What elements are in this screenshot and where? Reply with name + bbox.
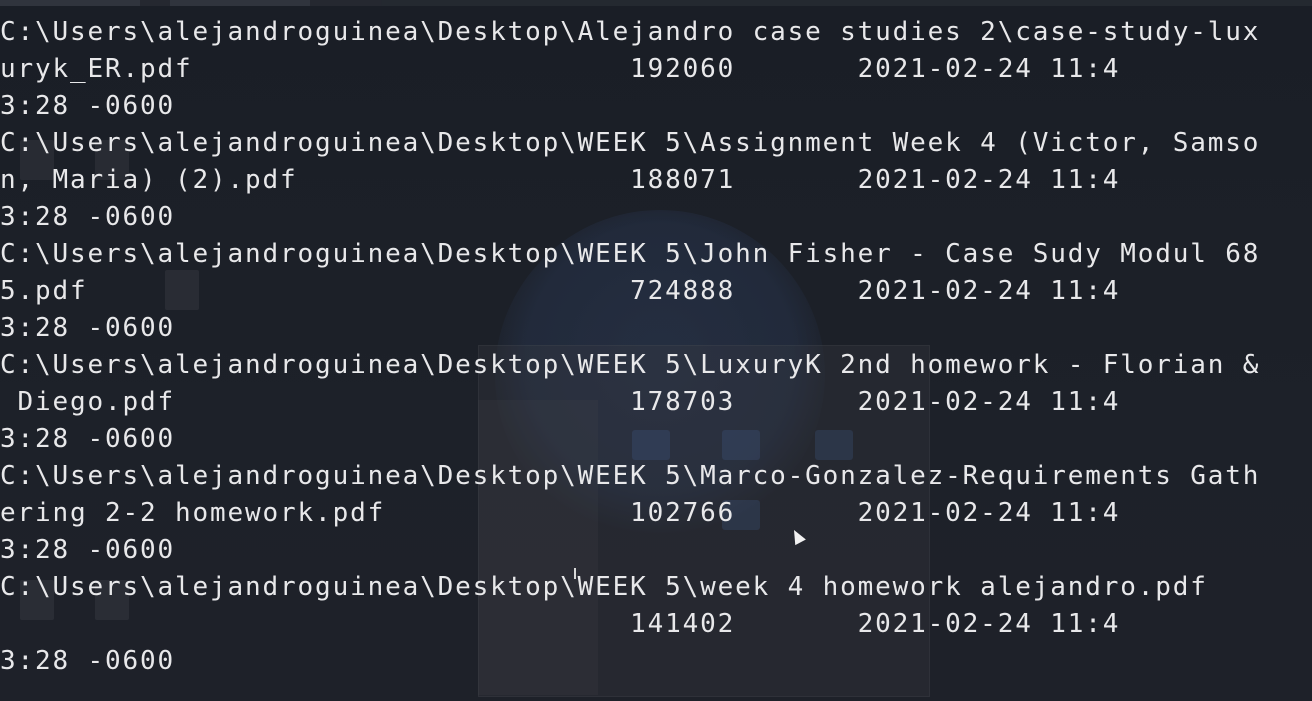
window-tab <box>170 0 310 6</box>
title-bar <box>0 0 1312 6</box>
output-line: 141402 2021-02-24 11:4 <box>0 609 1121 639</box>
output-line: 3:28 -0600 <box>0 91 176 121</box>
output-line: uryk_ER.pdf 192060 2021-02-24 11:4 <box>0 54 1121 84</box>
output-line: C:\Users\alejandroguinea\Desktop\WEEK 5\… <box>0 350 1261 380</box>
output-line: C:\Users\alejandroguinea\Desktop\WEEK 5\… <box>0 572 1208 602</box>
output-line: n, Maria) (2).pdf 188071 2021-02-24 11:4 <box>0 165 1121 195</box>
output-line: 3:28 -0600 <box>0 535 176 565</box>
output-line: 3:28 -0600 <box>0 202 176 232</box>
output-line: 3:28 -0600 <box>0 313 176 343</box>
terminal-output[interactable]: C:\Users\alejandroguinea\Desktop\Alejand… <box>0 14 1260 680</box>
output-line: 3:28 -0600 <box>0 646 176 676</box>
output-line: C:\Users\alejandroguinea\Desktop\Alejand… <box>0 17 1261 47</box>
output-line: C:\Users\alejandroguinea\Desktop\WEEK 5\… <box>0 461 1261 491</box>
output-line: C:\Users\alejandroguinea\Desktop\WEEK 5\… <box>0 239 1261 269</box>
output-line: Diego.pdf 178703 2021-02-24 11:4 <box>0 387 1121 417</box>
output-line: ering 2-2 homework.pdf 102766 2021-02-24… <box>0 498 1121 528</box>
output-line: 5.pdf 724888 2021-02-24 11:4 <box>0 276 1121 306</box>
window-tab <box>0 0 140 6</box>
output-line: 3:28 -0600 <box>0 424 176 454</box>
output-line: C:\Users\alejandroguinea\Desktop\WEEK 5\… <box>0 128 1261 158</box>
text-cursor-icon <box>574 568 576 579</box>
terminal-window[interactable]: C:\Users\alejandroguinea\Desktop\Alejand… <box>0 0 1312 701</box>
